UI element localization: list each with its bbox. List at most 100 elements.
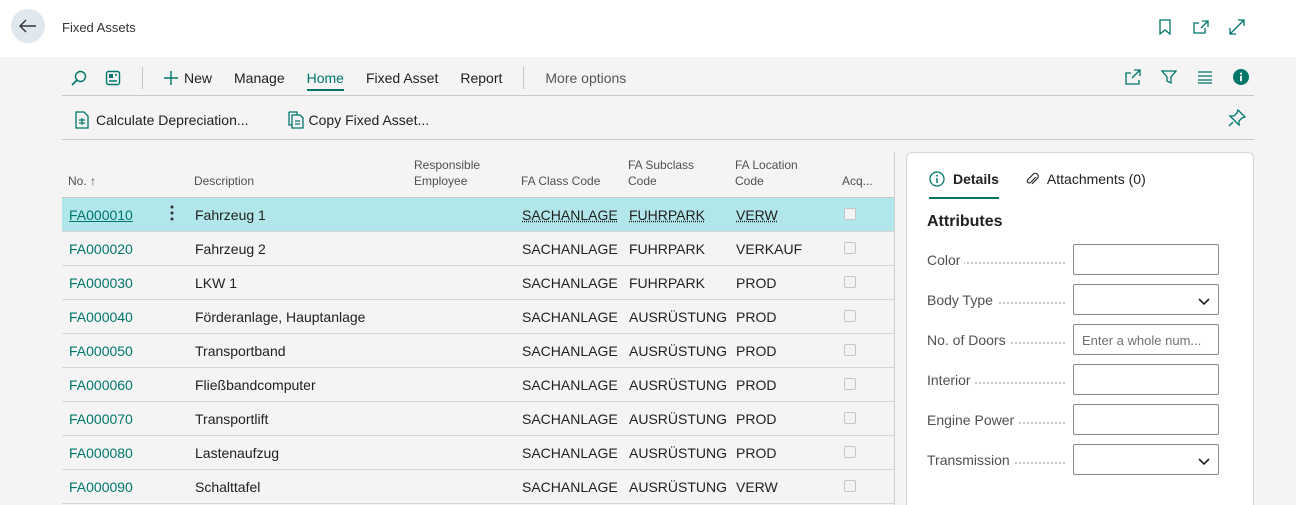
acquired-checkbox[interactable] bbox=[844, 310, 856, 322]
fa-number-link[interactable]: FA000020 bbox=[69, 241, 133, 257]
fa-number-link[interactable]: FA000090 bbox=[69, 479, 133, 495]
chevron-down-icon bbox=[1198, 294, 1210, 309]
table-row[interactable]: FA000090 Schalttafel SACHANLAGE AUSRÜSTUNG V… bbox=[62, 470, 894, 504]
factbox-pane: Details Attachments (0) Attributes Color… bbox=[906, 152, 1254, 505]
new-button-label: New bbox=[184, 69, 213, 86]
tab-attachments[interactable]: Attachments (0) bbox=[1025, 165, 1146, 193]
description-cell: Transportlift bbox=[195, 411, 269, 427]
back-button[interactable] bbox=[11, 9, 45, 43]
column-header-description[interactable]: Description bbox=[194, 173, 254, 189]
filter-icon bbox=[1161, 70, 1177, 85]
fa-subclass-code-cell: FUHRPARK bbox=[629, 275, 705, 291]
fa-location-code-cell: VERKAUF bbox=[736, 241, 803, 257]
table-row[interactable]: FA000010 Fahrzeug 1 SACHANLAGE FUHRPARK VERW bbox=[62, 198, 894, 232]
table-row[interactable]: FA000080 Lastenaufzug SACHANLAGE AUSRÜSTUNG… bbox=[62, 436, 894, 470]
fixed-asset-menu[interactable]: Fixed Asset bbox=[355, 63, 449, 93]
list-view-button[interactable] bbox=[1192, 64, 1218, 90]
open-new-window-button[interactable] bbox=[1192, 17, 1210, 37]
attribute-select[interactable] bbox=[1073, 444, 1219, 475]
attributes-heading: Attributes bbox=[927, 213, 1003, 230]
fa-number-link[interactable]: FA000050 bbox=[69, 343, 133, 359]
table-row[interactable]: FA000060 Fließbandcomputer SACHANLAGE AUSRÜ… bbox=[62, 368, 894, 402]
search-button[interactable] bbox=[62, 63, 96, 93]
row-actions-menu-icon[interactable] bbox=[170, 205, 178, 225]
fa-class-code-cell: SACHANLAGE bbox=[522, 377, 618, 393]
fa-location-code-cell: PROD bbox=[736, 275, 777, 291]
acquired-checkbox[interactable] bbox=[844, 480, 856, 492]
acquired-checkbox[interactable] bbox=[844, 208, 856, 220]
share-button[interactable] bbox=[1120, 64, 1146, 90]
new-button[interactable]: New bbox=[153, 63, 223, 93]
fa-number-link[interactable]: FA000010 bbox=[69, 207, 133, 223]
copy-fixed-asset-label: Copy Fixed Asset... bbox=[308, 111, 430, 128]
acquired-checkbox[interactable] bbox=[844, 276, 856, 288]
column-header-fa-class-code[interactable]: FA Class Code bbox=[521, 173, 600, 189]
fa-subclass-code-cell: AUSRÜSTUNG bbox=[629, 411, 728, 427]
description-cell: Förderanlage, Hauptanlage bbox=[195, 309, 366, 325]
list-rows: FA000010 Fahrzeug 1 SACHANLAGE FUHRPARK VERW… bbox=[62, 198, 894, 504]
acquired-checkbox[interactable] bbox=[844, 412, 856, 424]
attribute-input[interactable]: Enter a whole num... bbox=[1073, 324, 1219, 355]
bookmark-button[interactable] bbox=[1156, 17, 1174, 37]
table-row[interactable]: FA000050 Transportband SACHANLAGE AUSRÜSTUN… bbox=[62, 334, 894, 368]
table-row[interactable]: FA000070 Transportlift SACHANLAGE AUSRÜSTUN… bbox=[62, 402, 894, 436]
fa-number-link[interactable]: FA000040 bbox=[69, 309, 133, 325]
table-row[interactable]: FA000020 Fahrzeug 2 SACHANLAGE FUHRPARK VERK… bbox=[62, 232, 894, 266]
acquired-checkbox[interactable] bbox=[844, 344, 856, 356]
column-header-fa-subclass-code[interactable]: FA Subclass Code bbox=[628, 157, 694, 189]
info-button[interactable] bbox=[1228, 64, 1254, 90]
column-header-fa-location-code[interactable]: FA Location Code bbox=[735, 157, 798, 189]
fa-subclass-code-cell: AUSRÜSTUNG bbox=[629, 309, 728, 325]
attribute-select[interactable] bbox=[1073, 284, 1219, 315]
calculate-depreciation-button[interactable]: Calculate Depreciation... bbox=[62, 110, 249, 129]
fa-number-link[interactable]: FA000060 bbox=[69, 377, 133, 393]
acquired-checkbox[interactable] bbox=[844, 446, 856, 458]
home-tab[interactable]: Home bbox=[296, 63, 355, 93]
acquired-checkbox[interactable] bbox=[844, 242, 856, 254]
action-bar: New Manage Home Fixed Asset Report More … bbox=[62, 60, 1254, 96]
description-cell: Transportband bbox=[195, 343, 286, 359]
table-row[interactable]: FA000030 LKW 1 SACHANLAGE FUHRPARK PROD bbox=[62, 266, 894, 300]
description-cell: LKW 1 bbox=[195, 275, 238, 291]
fa-number-link[interactable]: FA000080 bbox=[69, 445, 133, 461]
edit-list-button[interactable] bbox=[96, 63, 130, 93]
info-icon bbox=[1233, 69, 1249, 85]
column-header-line: Code bbox=[628, 174, 657, 188]
attribute-label: Color bbox=[927, 252, 965, 268]
fa-subclass-code-cell: AUSRÜSTUNG bbox=[629, 479, 728, 495]
calculate-depreciation-label: Calculate Depreciation... bbox=[96, 111, 249, 128]
fa-number-link[interactable]: FA000070 bbox=[69, 411, 133, 427]
expand-icon bbox=[1229, 19, 1245, 35]
fa-number-link[interactable]: FA000030 bbox=[69, 275, 133, 291]
attribute-row: Interior bbox=[927, 364, 1227, 396]
list-view-icon bbox=[1198, 71, 1212, 84]
description-cell: Fahrzeug 1 bbox=[195, 207, 266, 223]
description-cell: Lastenaufzug bbox=[195, 445, 280, 461]
acquired-checkbox[interactable] bbox=[844, 378, 856, 390]
personalize-pin-button[interactable] bbox=[1228, 108, 1247, 132]
attribute-input[interactable] bbox=[1073, 244, 1219, 275]
fa-location-code-cell: PROD bbox=[736, 411, 777, 427]
column-header-acquired[interactable]: Acq... bbox=[842, 173, 873, 189]
tab-details[interactable]: Details bbox=[929, 165, 999, 199]
fa-subclass-code-cell: AUSRÜSTUNG bbox=[629, 445, 728, 461]
more-options-button[interactable]: More options bbox=[534, 63, 637, 93]
filter-button[interactable] bbox=[1156, 64, 1182, 90]
fa-location-code-cell: PROD bbox=[736, 309, 777, 325]
expand-button[interactable] bbox=[1228, 17, 1246, 37]
attribute-row: Body Type bbox=[927, 284, 1227, 316]
copy-fixed-asset-button[interactable]: Copy Fixed Asset... bbox=[275, 110, 430, 129]
manage-menu[interactable]: Manage bbox=[223, 63, 296, 93]
column-header-responsible-employee[interactable]: Responsible Employee bbox=[414, 157, 480, 189]
report-menu[interactable]: Report bbox=[449, 63, 513, 93]
table-row[interactable]: FA000040 Förderanlage, Hauptanlage SACHANL… bbox=[62, 300, 894, 334]
attribute-input[interactable] bbox=[1073, 404, 1219, 435]
fa-location-code-cell: PROD bbox=[736, 343, 777, 359]
info-outline-icon bbox=[929, 171, 945, 187]
attribute-input[interactable] bbox=[1073, 364, 1219, 395]
divider bbox=[523, 66, 525, 89]
divider bbox=[894, 152, 895, 505]
attribute-row: Engine Power bbox=[927, 404, 1227, 436]
column-header-no[interactable]: No. ↑ bbox=[68, 173, 96, 189]
description-cell: Fließbandcomputer bbox=[195, 377, 316, 393]
